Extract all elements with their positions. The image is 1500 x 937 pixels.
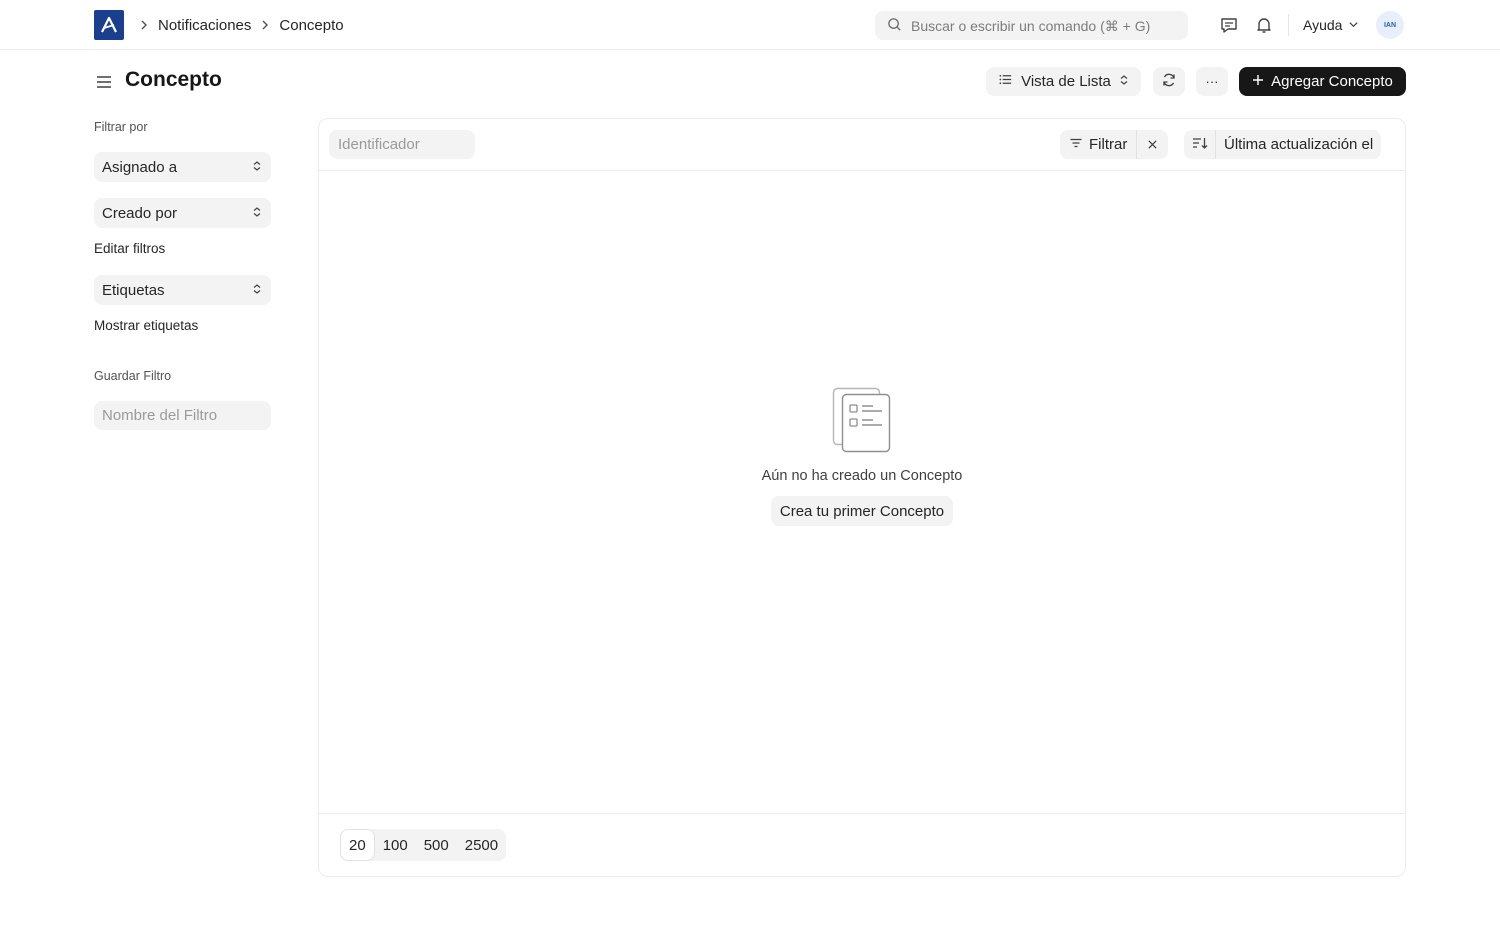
created-by-label: Creado por: [102, 204, 178, 222]
breadcrumb-notificaciones[interactable]: Notificaciones: [158, 17, 251, 34]
empty-state: Aún no ha creado un Concepto Crea tu pri…: [319, 387, 1405, 526]
page-header: Concepto Vista de Lista ··· Agregar Conc…: [94, 66, 1406, 98]
logo-icon: [101, 16, 117, 33]
breadcrumb: Notificaciones Concepto: [136, 0, 344, 50]
search-icon: [887, 17, 902, 35]
help-label: Ayuda: [1303, 17, 1343, 33]
navbar-divider: [1288, 14, 1289, 36]
page-size-20[interactable]: 20: [340, 829, 375, 861]
assigned-to-select[interactable]: Asignado a: [94, 152, 271, 182]
select-arrows-icon: [252, 282, 262, 299]
view-switcher-button[interactable]: Vista de Lista: [986, 67, 1141, 96]
select-arrows-icon: [252, 159, 262, 176]
filter-by-label: Filtrar por: [94, 120, 148, 134]
chevron-right-icon: [259, 19, 271, 31]
help-menu[interactable]: Ayuda: [1303, 0, 1359, 50]
page-size-selector: 20 100 500 2500: [340, 829, 507, 861]
refresh-button[interactable]: [1153, 67, 1185, 96]
chat-icon[interactable]: [1218, 14, 1240, 36]
app-logo[interactable]: [94, 10, 124, 40]
page-size-100[interactable]: 100: [375, 829, 416, 861]
identifier-input[interactable]: [329, 130, 475, 159]
sort-icon: [1192, 136, 1208, 153]
clear-filter-button[interactable]: [1136, 130, 1168, 159]
add-concepto-button[interactable]: Agregar Concepto: [1239, 67, 1406, 96]
filter-icon: [1069, 136, 1083, 154]
menu-icon[interactable]: [94, 72, 114, 92]
search-input[interactable]: [911, 17, 1181, 34]
chevron-down-icon: [1348, 17, 1359, 33]
search-bar[interactable]: [875, 11, 1188, 40]
add-concepto-label: Agregar Concepto: [1271, 73, 1393, 90]
tags-select[interactable]: Etiquetas: [94, 275, 271, 305]
page-size-500[interactable]: 500: [416, 829, 457, 861]
view-switcher-label: Vista de Lista: [1021, 73, 1111, 90]
more-options-button[interactable]: ···: [1196, 67, 1228, 96]
list-footer: 20 100 500 2500: [319, 813, 1405, 877]
filter-name-input[interactable]: [94, 401, 271, 430]
filter-group: Filtrar: [1060, 130, 1169, 159]
sort-group: Última actualización el: [1184, 130, 1382, 159]
list-icon: [998, 72, 1013, 91]
tags-label: Etiquetas: [102, 281, 165, 299]
select-arrows-icon: [252, 205, 262, 222]
chevron-right-icon: [138, 19, 150, 31]
edit-filters-link[interactable]: Editar filtros: [94, 241, 165, 256]
refresh-icon: [1161, 72, 1177, 92]
select-arrows-icon: [1119, 73, 1129, 90]
list-toolbar: Filtrar Última actualización el: [319, 119, 1405, 171]
close-icon: [1147, 137, 1158, 153]
list-panel: Filtrar Última actualización el: [318, 118, 1406, 877]
created-by-select[interactable]: Creado por: [94, 198, 271, 228]
show-tags-link[interactable]: Mostrar etiquetas: [94, 318, 198, 333]
sort-field-button[interactable]: Última actualización el: [1216, 130, 1381, 159]
avatar[interactable]: IAN: [1376, 11, 1404, 39]
filter-label: Filtrar: [1089, 136, 1128, 153]
sort-direction-button[interactable]: [1184, 130, 1216, 159]
navbar: Notificaciones Concepto Ayuda IAN: [0, 0, 1500, 50]
empty-list-icon: [832, 387, 892, 453]
bell-icon[interactable]: [1253, 14, 1275, 36]
breadcrumb-concepto[interactable]: Concepto: [279, 17, 343, 34]
plus-icon: [1252, 73, 1264, 90]
page-size-2500[interactable]: 2500: [457, 829, 506, 861]
assigned-to-label: Asignado a: [102, 158, 178, 176]
create-first-button[interactable]: Crea tu primer Concepto: [770, 496, 954, 526]
filter-button[interactable]: Filtrar: [1060, 130, 1136, 159]
save-filter-label: Guardar Filtro: [94, 369, 172, 383]
empty-message: Aún no ha creado un Concepto: [761, 468, 963, 484]
page-title: Concepto: [125, 68, 222, 91]
